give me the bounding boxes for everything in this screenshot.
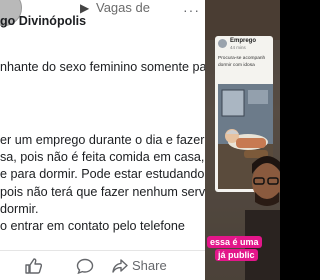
card-time: 44 mins (230, 45, 246, 50)
card-text-line: Procura-se acompanh (218, 56, 266, 61)
post-text-line: dormir. (0, 202, 39, 216)
post-text-line: pois não terá que fazer nenhum serviç (0, 185, 205, 199)
share-icon[interactable] (112, 259, 128, 273)
caption-line: já public (215, 249, 258, 261)
video-frame: Emprego 44 mins Procura-se acompanh dorm… (205, 0, 280, 280)
post-actions-bar: Share (0, 250, 205, 280)
caption-line: essa é uma (207, 236, 262, 248)
post-text-line: sa, pois não é feita comida em casa, (0, 150, 205, 164)
arrow-right-icon: ▶ (80, 1, 90, 15)
poster-name[interactable]: go Divinópolis (0, 14, 86, 28)
facebook-post: ▶ Vagas de go Divinópolis ··· nhante do … (0, 0, 205, 280)
post-header: ▶ Vagas de go Divinópolis ··· (0, 0, 205, 28)
group-name[interactable]: Vagas de (96, 0, 150, 15)
background-shelf (205, 0, 280, 40)
post-text-line: o entrar em contato pelo telefone (0, 219, 185, 233)
share-button[interactable]: Share (132, 258, 167, 273)
card-name: Emprego (230, 38, 257, 44)
post-text-line: er um emprego durante o dia e fazer as (0, 133, 205, 147)
card-avatar (218, 39, 227, 48)
comment-icon[interactable] (76, 258, 94, 274)
video-caption: essa é uma já public (205, 236, 280, 272)
post-text-line: nhante do sexo feminino somente para (0, 60, 205, 74)
card-text-line: dormir com idosa (218, 63, 255, 68)
more-options-icon[interactable]: ··· (183, 2, 200, 18)
post-text-line: e para dormir. Pode estar estudando a (0, 167, 205, 181)
like-icon[interactable] (24, 258, 42, 274)
